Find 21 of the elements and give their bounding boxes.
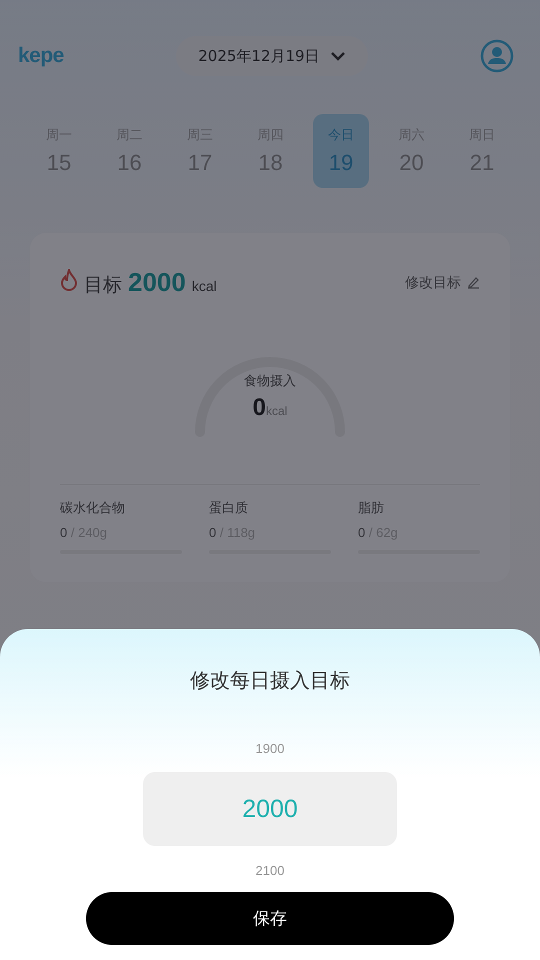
picker-option[interactable]: 1900 xyxy=(143,738,397,758)
macro-name: 碳水化合物 xyxy=(60,500,126,517)
picker-option[interactable]: 2100 xyxy=(143,860,397,880)
pencil-icon xyxy=(467,276,480,289)
chevron-down-icon xyxy=(330,51,346,61)
goal-unit: kcal xyxy=(192,278,217,294)
macro-name: 蛋白质 xyxy=(209,500,249,517)
day-tab[interactable]: 今日 19 xyxy=(313,114,369,188)
goal-label: 目标 xyxy=(84,273,122,298)
macro-name: 脂肪 xyxy=(358,500,385,517)
goal-value: 2000 xyxy=(128,267,186,298)
edit-goal-button[interactable]: 修改目标 xyxy=(405,274,480,292)
picker-option[interactable]: 2000 xyxy=(143,772,397,846)
sheet-title: 修改每日摄入目标 xyxy=(190,667,350,694)
profile-icon[interactable] xyxy=(480,39,514,73)
save-button[interactable]: 保存 xyxy=(86,892,454,945)
date-number: 19 xyxy=(328,150,354,176)
flame-icon xyxy=(60,269,78,291)
weekday-label: 今日 xyxy=(328,127,354,144)
app-logo: kepe xyxy=(18,44,64,68)
intake-label: 食物摄入 xyxy=(244,373,296,390)
